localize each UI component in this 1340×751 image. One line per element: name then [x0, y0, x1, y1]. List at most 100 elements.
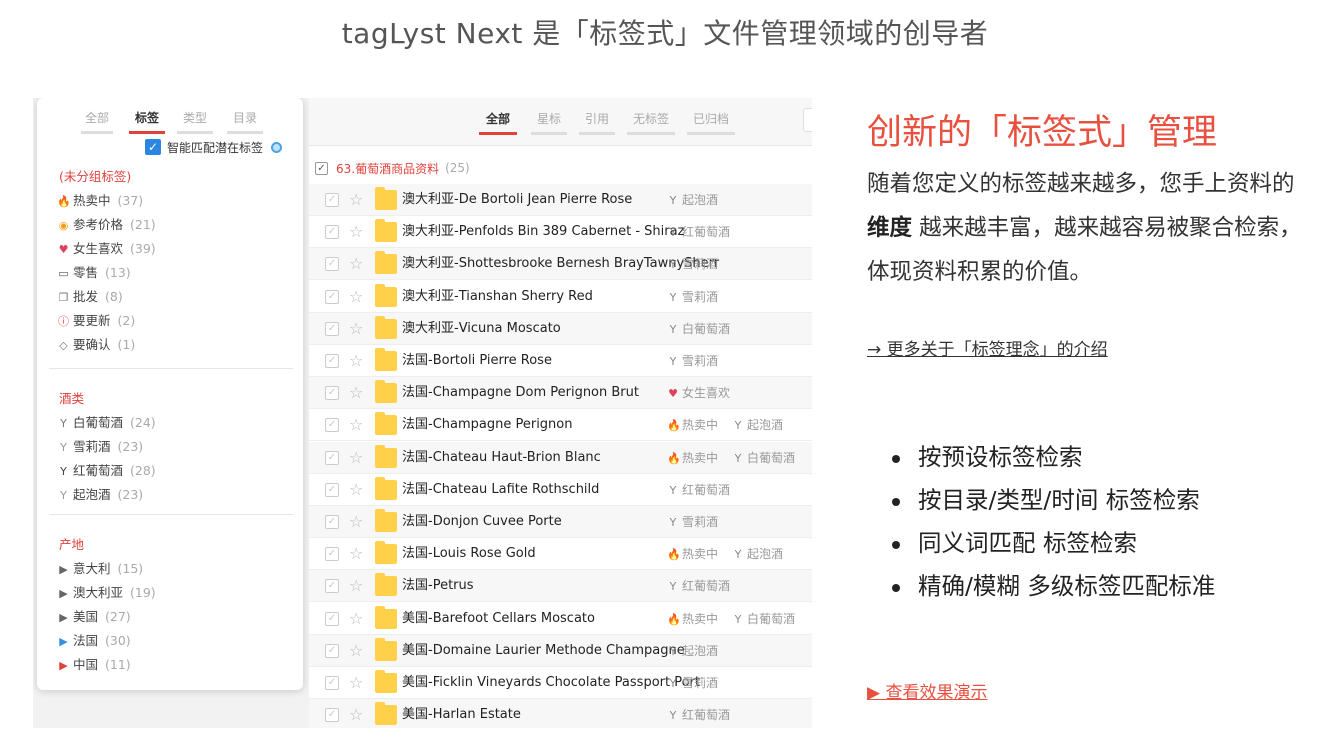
tag-item[interactable]: 🔥 热卖中 (37)	[57, 191, 143, 211]
row-checkbox[interactable]: ✓	[325, 257, 339, 272]
star-icon[interactable]: ☆	[349, 415, 363, 435]
row-tag[interactable]: ♥ 女生喜欢	[667, 386, 730, 400]
row-checkbox[interactable]: ✓	[325, 579, 339, 594]
star-icon[interactable]: ☆	[349, 576, 363, 596]
row-checkbox[interactable]: ✓	[325, 321, 339, 336]
row-tag[interactable]: Y 雪莉酒	[667, 676, 718, 690]
star-icon[interactable]: ☆	[349, 609, 363, 629]
row-checkbox[interactable]: ✓	[325, 450, 339, 465]
search-box[interactable]	[803, 108, 812, 132]
row-checkbox[interactable]: ✓	[325, 708, 339, 723]
sidebar-tab-tags[interactable]: 标签	[129, 108, 165, 134]
table-row[interactable]: ✓ ☆ 澳大利亚-Tianshan Sherry Red Y 雪莉酒	[309, 281, 812, 313]
list-tab-archived[interactable]: 已归档	[687, 109, 735, 135]
row-tag[interactable]: Y 雪莉酒	[667, 290, 718, 304]
row-checkbox[interactable]: ✓	[325, 225, 339, 240]
row-checkbox[interactable]: ✓	[325, 289, 339, 304]
table-row[interactable]: ✓ ☆ 法国-Petrus Y 红葡萄酒	[309, 570, 812, 603]
tag-item[interactable]: ▶ 美国 (27)	[57, 607, 130, 627]
table-row[interactable]: ✓ ☆ 澳大利亚-De Bortoli Jean Pierre Rose Y 起泡酒	[309, 184, 812, 216]
tag-group-title[interactable]: 酒类	[59, 388, 84, 407]
star-icon[interactable]: ☆	[349, 705, 363, 725]
star-icon[interactable]: ☆	[349, 512, 363, 532]
table-row[interactable]: ✓ ☆ 美国-Domaine Laurier Methode Champagne Y 起…	[309, 634, 812, 667]
list-tab-referenced[interactable]: 引用	[579, 109, 615, 135]
tag-item[interactable]: ▶ 澳大利亚 (19)	[57, 583, 155, 603]
tag-item[interactable]: Y 白葡萄酒 (24)	[57, 413, 156, 433]
row-tag[interactable]: 🔥热卖中	[667, 612, 718, 626]
row-checkbox[interactable]: ✓	[325, 547, 339, 562]
tag-group-title[interactable]: 产地	[59, 534, 84, 553]
star-icon[interactable]: ☆	[349, 254, 363, 274]
help-icon[interactable]	[271, 141, 283, 153]
row-checkbox[interactable]: ✓	[325, 193, 339, 207]
star-icon[interactable]: ☆	[349, 319, 363, 339]
sidebar-tab-folders[interactable]: 目录	[227, 108, 263, 134]
table-row[interactable]: ✓ ☆ 澳大利亚-Shottesbrooke Bernesh BrayTawnySh…	[309, 248, 812, 281]
row-tag[interactable]: 🔥热卖中	[667, 451, 718, 465]
row-tag[interactable]: Y 红葡萄酒	[667, 225, 730, 239]
table-row[interactable]: ✓ ☆ 美国-Harlan Estate Y 红葡萄酒	[309, 699, 812, 728]
table-row[interactable]: ✓ ☆ 法国-Champagne Dom Perignon Brut ♥ 女生喜欢	[309, 377, 812, 410]
table-row[interactable]: ✓ ☆ 美国-Ficklin Vineyards Chocolate Passpor…	[309, 667, 812, 699]
tag-item[interactable]: ▶ 法国 (30)	[57, 631, 130, 651]
table-row[interactable]: ✓ ☆ 法国-Louis Rose Gold 🔥热卖中 Y 起泡酒	[309, 538, 812, 571]
tag-item[interactable]: ❐ 批发 (8)	[57, 287, 123, 307]
sidebar-tab-all[interactable]: 全部	[81, 108, 113, 134]
row-tag[interactable]: Y 雪莉酒	[667, 257, 718, 271]
tag-item[interactable]: ▶ 意大利 (15)	[57, 559, 143, 579]
row-tag[interactable]: Y 红葡萄酒	[667, 579, 730, 593]
list-tab-all[interactable]: 全部	[479, 109, 517, 135]
table-row[interactable]: ✓ ☆ 法国-Bortoli Pierre Rose Y 雪莉酒	[309, 345, 812, 377]
row-checkbox[interactable]: ✓	[325, 611, 339, 626]
row-tag[interactable]: Y 起泡酒	[667, 644, 718, 658]
row-checkbox[interactable]: ✓	[325, 418, 339, 433]
row-tag[interactable]: Y 起泡酒	[732, 418, 783, 432]
table-row[interactable]: ✓ ☆ 法国-Chateau Haut-Brion Blanc 🔥热卖中 Y 白葡萄酒	[309, 441, 812, 474]
row-tag[interactable]: Y 起泡酒	[732, 547, 783, 561]
star-icon[interactable]: ☆	[349, 222, 363, 242]
tag-group-title[interactable]: (未分组标签)	[59, 166, 131, 185]
tag-item[interactable]: ◉ 参考价格 (21)	[57, 215, 156, 235]
row-tag[interactable]: 🔥热卖中	[667, 547, 718, 561]
row-checkbox[interactable]: ✓	[325, 643, 339, 658]
row-tag[interactable]: Y 红葡萄酒	[667, 708, 730, 722]
star-icon[interactable]: ☆	[349, 351, 363, 371]
star-icon[interactable]: ☆	[349, 641, 363, 661]
tag-item[interactable]: ◇ 要确认 (1)	[57, 335, 135, 355]
star-icon[interactable]: ☆	[349, 448, 363, 468]
row-checkbox[interactable]: ✓	[325, 354, 339, 368]
star-icon[interactable]: ☆	[349, 673, 363, 693]
row-tag[interactable]: Y 白葡萄酒	[732, 612, 795, 626]
tag-item[interactable]: ▶ 中国 (11)	[57, 655, 130, 675]
row-checkbox[interactable]: ✓	[325, 676, 339, 690]
tag-item[interactable]: ♥ 女生喜欢 (39)	[57, 239, 156, 259]
view-demo-link[interactable]: ▶ 查看效果演示	[867, 678, 987, 703]
row-tag[interactable]: Y 白葡萄酒	[667, 322, 730, 336]
smart-match-toggle[interactable]: ✓ 智能匹配潜在标签	[145, 138, 283, 156]
row-tag[interactable]: Y 起泡酒	[667, 193, 718, 207]
star-icon[interactable]: ☆	[349, 287, 363, 307]
star-icon[interactable]: ☆	[349, 544, 363, 564]
tag-item[interactable]: Y 雪莉酒 (23)	[57, 437, 143, 457]
table-row[interactable]: ✓ ☆ 澳大利亚-Penfolds Bin 389 Cabernet - Shira…	[309, 216, 812, 249]
sidebar-tab-types[interactable]: 类型	[177, 108, 213, 134]
star-icon[interactable]: ☆	[349, 383, 363, 403]
row-tag[interactable]: Y 白葡萄酒	[732, 451, 795, 465]
table-row[interactable]: ✓ ☆ 法国-Donjon Cuvee Porte Y 雪莉酒	[309, 506, 812, 538]
tag-item[interactable]: Y 红葡萄酒 (28)	[57, 461, 156, 481]
row-checkbox[interactable]: ✓	[325, 482, 339, 497]
row-tag[interactable]: 🔥热卖中	[667, 418, 718, 432]
row-checkbox[interactable]: ✓	[325, 515, 339, 529]
list-tab-starred[interactable]: 星标	[531, 109, 567, 135]
table-row[interactable]: ✓ ☆ 法国-Champagne Perignon 🔥热卖中 Y 起泡酒	[309, 409, 812, 442]
table-row[interactable]: ✓ ☆ 美国-Barefoot Cellars Moscato 🔥热卖中 Y 白葡萄酒	[309, 603, 812, 635]
row-tag[interactable]: Y 雪莉酒	[667, 354, 718, 368]
tag-item[interactable]: ▭ 零售 (13)	[57, 263, 130, 283]
row-tag[interactable]: Y 红葡萄酒	[667, 483, 730, 497]
folder-checkbox[interactable]: ✓	[315, 161, 328, 175]
row-checkbox[interactable]: ✓	[325, 386, 339, 401]
table-row[interactable]: ✓ ☆ 法国-Chateau Lafite Rothschild Y 红葡萄酒	[309, 474, 812, 506]
folder-header[interactable]: ✓ 63.葡萄酒商品资料 (25)	[315, 158, 470, 178]
star-icon[interactable]: ☆	[349, 190, 363, 210]
